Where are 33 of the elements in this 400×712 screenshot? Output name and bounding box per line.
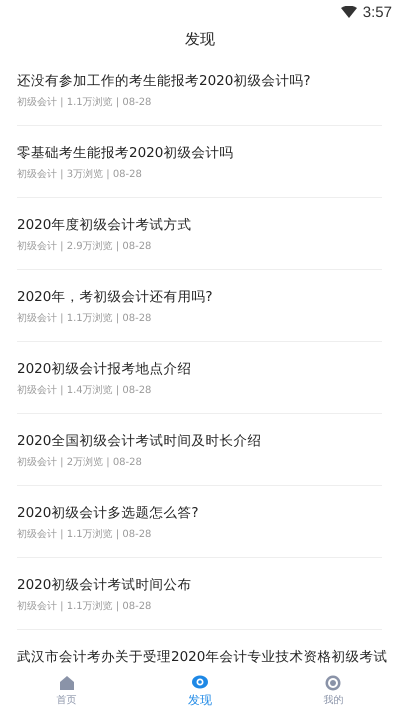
status-time: 3:57 [362, 4, 392, 20]
target-icon [325, 675, 342, 691]
article-title: 2020年度初级会计考试方式 [17, 216, 192, 235]
article-title: 2020初级会计多选题怎么答? [17, 504, 200, 523]
article-meta: 初级会计 | 1.1万浏览 | 08-28 [17, 312, 152, 326]
article-item[interactable]: 2020初级会计考试时间公布 初级会计 | 1.1万浏览 | 08-28 [17, 558, 382, 630]
article-meta: 初级会计 | 1.1万浏览 | 08-28 [17, 600, 152, 614]
article-title: 零基础考生能报考2020初级会计吗 [17, 144, 234, 163]
article-item[interactable]: 2020初级会计报考地点介绍 初级会计 | 1.4万浏览 | 08-28 [17, 342, 382, 414]
article-title: 2020年，考初级会计还有用吗? [17, 288, 214, 307]
eye-icon [190, 674, 209, 690]
article-meta: 初级会计 | 2.9万浏览 | 08-28 [17, 240, 152, 254]
article-title: 2020初级会计报考地点介绍 [17, 360, 192, 379]
article-meta: 初级会计 | 3万浏览 | 08-28 [17, 168, 143, 182]
article-item[interactable]: 还没有参加工作的考生能报考2020初级会计吗? 初级会计 | 1.1万浏览 | 08-28 [17, 54, 382, 126]
article-title: 2020初级会计考试时间公布 [17, 576, 192, 595]
article-item[interactable]: 2020年度初级会计考试方式 初级会计 | 2.9万浏览 | 08-28 [17, 198, 382, 270]
wifi-icon [340, 6, 357, 18]
article-item[interactable]: 2020全国初级会计考试时间及时长介绍 初级会计 | 2万浏览 | 08-28 [17, 414, 382, 486]
home-icon [58, 675, 75, 691]
article-meta: 初级会计 | 2万浏览 | 08-28 [17, 456, 143, 470]
article-item[interactable]: 零基础考生能报考2020初级会计吗 初级会计 | 3万浏览 | 08-28 [17, 126, 382, 198]
article-item[interactable]: 2020年，考初级会计还有用吗? 初级会计 | 1.1万浏览 | 08-28 [17, 270, 382, 342]
page-title: 发现 [185, 30, 215, 48]
article-title: 武汉市会计考办关于受理2020年会计专业技术资格初级考试 [17, 648, 388, 667]
article-title: 还没有参加工作的考生能报考2020初级会计吗? [17, 72, 312, 91]
article-item[interactable]: 武汉市会计考办关于受理2020年会计专业技术资格初级考试 [17, 630, 392, 670]
article-meta: 初级会计 | 1.1万浏览 | 08-28 [17, 528, 152, 542]
article-item[interactable]: 2020初级会计多选题怎么答? 初级会计 | 1.1万浏览 | 08-28 [17, 486, 382, 558]
tab[interactable]: 发现 [133, 670, 267, 712]
article-title: 2020全国初级会计考试时间及时长介绍 [17, 432, 262, 451]
article-meta: 初级会计 | 1.4万浏览 | 08-28 [17, 384, 152, 398]
article-meta: 初级会计 | 1.1万浏览 | 08-28 [17, 96, 152, 110]
